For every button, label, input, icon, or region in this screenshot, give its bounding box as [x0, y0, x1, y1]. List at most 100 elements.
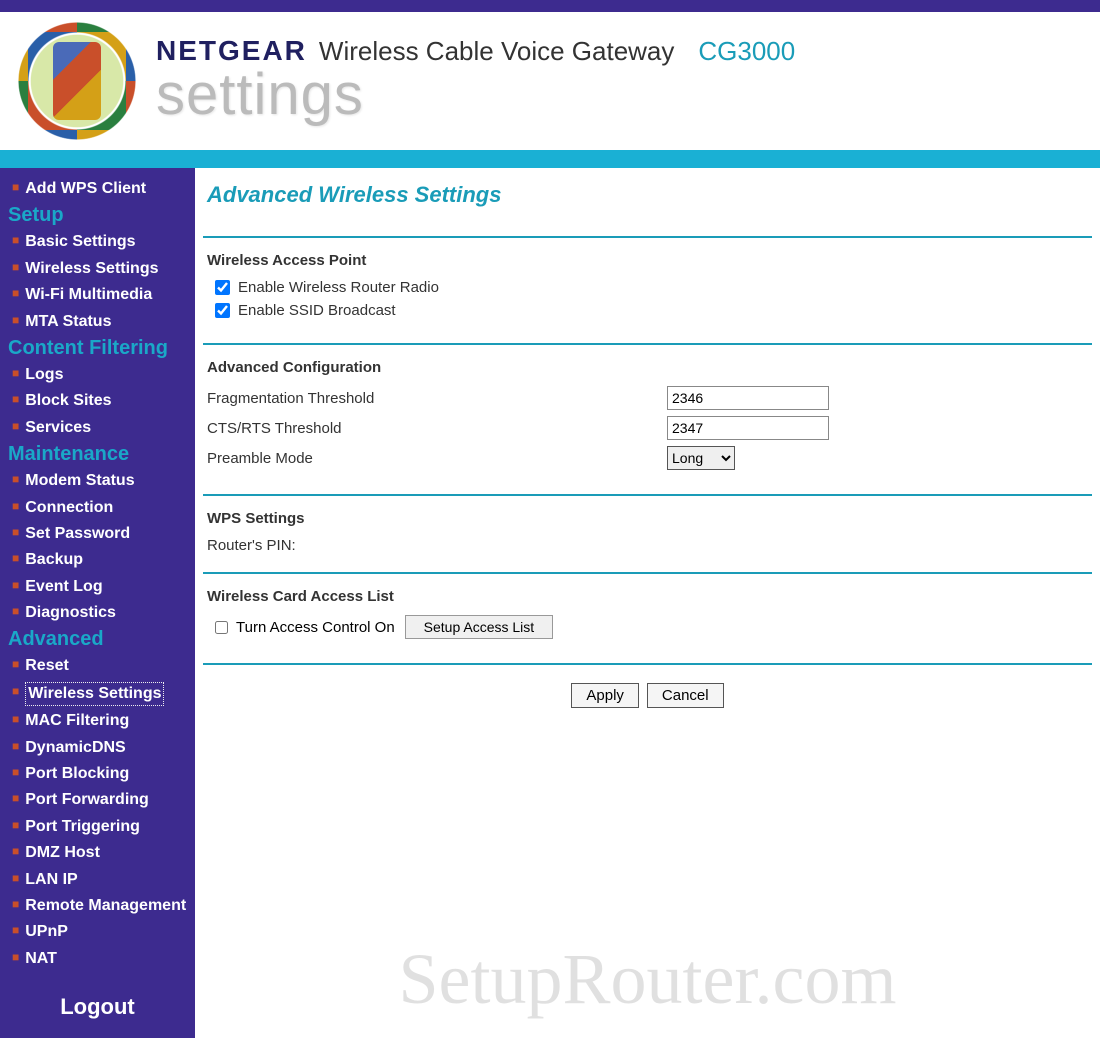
- cts-input[interactable]: [667, 416, 829, 440]
- sidebar-item-label: Logs: [25, 364, 63, 386]
- sidebar-item-basic-settings[interactable]: ■Basic Settings: [0, 229, 195, 255]
- access-control-checkbox[interactable]: [215, 621, 228, 634]
- bullet-icon: ■: [12, 549, 19, 568]
- section-heading: Wireless Access Point: [207, 252, 1088, 269]
- sidebar-item-port-forwarding[interactable]: ■ Port Forwarding: [0, 787, 195, 813]
- sidebar-item-add-wps-client[interactable]: ■Add WPS Client: [0, 176, 195, 202]
- enable-ssid-row[interactable]: Enable SSID Broadcast: [215, 302, 1088, 319]
- router-pin-label: Router's PIN:: [207, 537, 1088, 554]
- bullet-icon: ■: [12, 869, 19, 888]
- apply-button[interactable]: Apply: [571, 683, 639, 708]
- bullet-icon: ■: [12, 576, 19, 595]
- bullet-icon: ■: [12, 842, 19, 861]
- bullet-icon: ■: [12, 710, 19, 729]
- layout: ■Add WPS ClientSetup■Basic Settings ■ Wire…: [0, 168, 1100, 1038]
- sidebar-item-label: Wireless Settings: [25, 682, 164, 706]
- sidebar-header-setup: Setup: [0, 202, 195, 229]
- sidebar-item-label: NAT: [25, 948, 57, 970]
- enable-radio-label: Enable Wireless Router Radio: [238, 279, 439, 296]
- sidebar-item-label: Port Blocking: [25, 763, 129, 785]
- access-control-label: Turn Access Control On: [236, 619, 395, 636]
- sidebar-item-label: Wi-Fi Multimedia: [25, 284, 152, 306]
- fragmentation-label: Fragmentation Threshold: [207, 390, 667, 407]
- setup-access-list-button[interactable]: Setup Access List: [405, 615, 554, 639]
- sidebar-item-label: MTA Status: [25, 311, 111, 333]
- logout-link[interactable]: Logout: [0, 994, 195, 1020]
- bullet-icon: ■: [12, 789, 19, 808]
- sidebar: ■Add WPS ClientSetup■Basic Settings ■ Wire…: [0, 168, 195, 1038]
- sidebar-item-logs[interactable]: ■ Logs: [0, 362, 195, 388]
- section-wps: WPS Settings Router's PIN:: [203, 494, 1092, 572]
- sidebar-item-reset[interactable]: ■Reset: [0, 653, 195, 679]
- sidebar-item-label: UPnP: [25, 921, 68, 943]
- bullet-icon: ■: [12, 895, 19, 914]
- sidebar-item-upnp[interactable]: ■ UPnP: [0, 919, 195, 945]
- sidebar-item-mta-status[interactable]: ■MTA Status: [0, 309, 195, 335]
- header-text: NETGEAR Wireless Cable Voice Gateway CG3…: [156, 35, 795, 128]
- bullet-icon: ■: [12, 258, 19, 277]
- sidebar-item-lan-ip[interactable]: ■ LAN IP: [0, 867, 195, 893]
- sidebar-item-label: Diagnostics: [25, 602, 116, 624]
- bullet-icon: ■: [12, 390, 19, 409]
- sidebar-item-services[interactable]: ■Services: [0, 415, 195, 441]
- fragmentation-input[interactable]: [667, 386, 829, 410]
- sidebar-item-connection[interactable]: ■Connection: [0, 495, 195, 521]
- bullet-icon: ■: [12, 763, 19, 782]
- sidebar-item-remote-management[interactable]: ■Remote Management: [0, 893, 195, 919]
- bullet-icon: ■: [12, 364, 19, 383]
- bullet-icon: ■: [12, 816, 19, 835]
- enable-ssid-label: Enable SSID Broadcast: [238, 302, 396, 319]
- sidebar-item-modem-status[interactable]: ■Modem Status: [0, 468, 195, 494]
- watermark-text: SetupRouter.com: [195, 938, 1100, 1021]
- bullet-icon: ■: [12, 284, 19, 303]
- bullet-icon: ■: [12, 948, 19, 967]
- cts-row: CTS/RTS Threshold: [207, 416, 1088, 440]
- cyan-divider: [0, 150, 1100, 168]
- sidebar-header-advanced: Advanced: [0, 626, 195, 653]
- sidebar-item-dynamicdns[interactable]: ■DynamicDNS: [0, 735, 195, 761]
- sidebar-item-label: Block Sites: [25, 390, 111, 412]
- sidebar-header-content-filtering: Content Filtering: [0, 335, 195, 362]
- sidebar-item-label: Event Log: [25, 576, 102, 598]
- sidebar-item-label: DynamicDNS: [25, 737, 125, 759]
- bullet-icon: ■: [12, 417, 19, 436]
- enable-radio-row[interactable]: Enable Wireless Router Radio: [215, 279, 1088, 296]
- button-row: Apply Cancel: [203, 663, 1092, 708]
- section-heading: Wireless Card Access List: [207, 588, 1088, 605]
- section-advanced-config: Advanced Configuration Fragmentation Thr…: [203, 343, 1092, 494]
- sidebar-item-label: Set Password: [25, 523, 130, 545]
- sidebar-item-port-triggering[interactable]: ■Port Triggering: [0, 814, 195, 840]
- sidebar-item-wi-fi-multimedia[interactable]: ■ Wi-Fi Multimedia: [0, 282, 195, 308]
- sidebar-item-label: MAC Filtering: [25, 710, 129, 732]
- section-access-list: Wireless Card Access List Turn Access Co…: [203, 572, 1092, 663]
- sidebar-item-port-blocking[interactable]: ■ Port Blocking: [0, 761, 195, 787]
- sidebar-item-set-password[interactable]: ■ Set Password: [0, 521, 195, 547]
- sidebar-item-nat[interactable]: ■ NAT: [0, 946, 195, 972]
- cancel-button[interactable]: Cancel: [647, 683, 724, 708]
- bullet-icon: ■: [12, 178, 19, 197]
- enable-radio-checkbox[interactable]: [215, 280, 230, 295]
- sidebar-item-label: Reset: [25, 655, 69, 677]
- sidebar-item-label: DMZ Host: [25, 842, 100, 864]
- bullet-icon: ■: [12, 682, 19, 701]
- sidebar-item-block-sites[interactable]: ■ Block Sites: [0, 388, 195, 414]
- sidebar-item-backup[interactable]: ■Backup: [0, 547, 195, 573]
- sidebar-item-event-log[interactable]: ■ Event Log: [0, 574, 195, 600]
- content: Advanced Wireless Settings Wireless Acce…: [195, 168, 1100, 1038]
- preamble-row: Preamble Mode Long: [207, 446, 1088, 470]
- sidebar-item-mac-filtering[interactable]: ■ MAC Filtering: [0, 708, 195, 734]
- sidebar-item-wireless-settings[interactable]: ■ Wireless Settings: [0, 680, 195, 708]
- sidebar-item-label: Port Forwarding: [25, 789, 149, 811]
- bullet-icon: ■: [12, 523, 19, 542]
- enable-ssid-checkbox[interactable]: [215, 303, 230, 318]
- preamble-select[interactable]: Long: [667, 446, 735, 470]
- sidebar-item-diagnostics[interactable]: ■Diagnostics: [0, 600, 195, 626]
- section-heading: Advanced Configuration: [207, 359, 1088, 376]
- sidebar-item-wireless-settings[interactable]: ■Wireless Settings: [0, 256, 195, 282]
- bullet-icon: ■: [12, 921, 19, 940]
- top-bar: [0, 0, 1100, 12]
- header: NETGEAR Wireless Cable Voice Gateway CG3…: [0, 12, 1100, 150]
- sidebar-item-label: LAN IP: [25, 869, 77, 891]
- section-heading: WPS Settings: [207, 510, 1088, 527]
- sidebar-item-dmz-host[interactable]: ■ DMZ Host: [0, 840, 195, 866]
